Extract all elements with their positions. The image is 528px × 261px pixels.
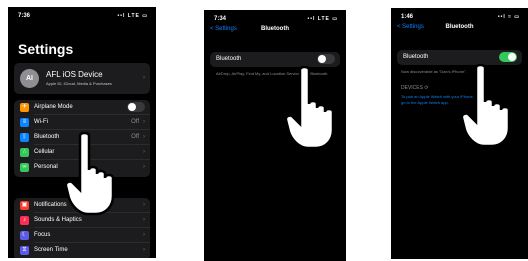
bluetooth-toggle[interactable] bbox=[499, 52, 517, 62]
status-time: 7:36 bbox=[18, 13, 31, 19]
chevron-right-icon: › bbox=[143, 149, 145, 155]
status-signal: ••l ≈ ▭ bbox=[497, 14, 520, 20]
cellular-icon: ∴ bbox=[20, 148, 29, 157]
account-subtitle: Apple ID, iCloud, Media & Purchases bbox=[46, 81, 112, 86]
status-bar: 7:34 ••l LTE ▭ bbox=[214, 16, 338, 26]
account-name: AFL iOS Device bbox=[46, 70, 103, 79]
chevron-right-icon: › bbox=[143, 202, 145, 208]
airplane-mode-toggle[interactable] bbox=[127, 102, 145, 112]
hotspot-icon: ∞ bbox=[20, 163, 29, 172]
bluetooth-off-screen: 7:34 ••l LTE ▭ < Settings Bluetooth Blue… bbox=[204, 10, 346, 261]
chevron-right-icon: › bbox=[143, 119, 145, 125]
status-time: 7:34 bbox=[214, 16, 227, 22]
bluetooth-toggle-row: Bluetooth bbox=[210, 52, 340, 67]
settings-row-label: Bluetooth bbox=[34, 134, 60, 140]
wifi-icon: ≡ bbox=[20, 118, 29, 127]
settings-row-screen-time[interactable]: ⧖ Screen Time › bbox=[14, 243, 150, 258]
avatar: AI bbox=[20, 69, 39, 88]
apple-id-row[interactable]: AI AFL iOS Device Apple ID, iCloud, Medi… bbox=[14, 63, 150, 94]
screen-time-icon: ⧖ bbox=[20, 246, 29, 255]
page-title: Settings bbox=[18, 41, 74, 57]
chevron-right-icon: › bbox=[143, 232, 145, 238]
pointing-hand-icon bbox=[460, 64, 511, 148]
settings-row-label: Wi-Fi bbox=[34, 119, 48, 125]
settings-row-wi-fi[interactable]: ≡ Wi-Fi Off › bbox=[14, 115, 150, 130]
chevron-right-icon: › bbox=[143, 247, 145, 253]
status-signal: ••l LTE ▭ bbox=[307, 16, 338, 22]
nav-title: Bluetooth bbox=[261, 26, 289, 32]
devices-header: DEVICES ⟳ bbox=[401, 85, 429, 91]
spinner-icon: ⟳ bbox=[424, 85, 429, 91]
chevron-right-icon: › bbox=[143, 217, 145, 223]
settings-row-airplane-mode[interactable]: ✈ Airplane Mode bbox=[14, 100, 150, 115]
bluetooth-icon: ᛒ bbox=[20, 133, 29, 142]
bluetooth-label: Bluetooth bbox=[403, 54, 429, 60]
status-bar: 7:36 ••l LTE ▭ bbox=[18, 13, 148, 23]
chevron-right-icon: › bbox=[143, 134, 145, 140]
chevron-right-icon: › bbox=[143, 164, 145, 170]
settings-row-focus[interactable]: ☾ Focus › bbox=[14, 228, 150, 243]
bluetooth-label: Bluetooth bbox=[216, 56, 242, 62]
nav-bar: < Settings Bluetooth bbox=[210, 26, 340, 40]
settings-row-value: Off bbox=[131, 134, 139, 140]
bluetooth-toggle[interactable] bbox=[317, 54, 335, 64]
pointing-hand-icon bbox=[284, 66, 335, 150]
settings-row-label: Personal bbox=[34, 164, 58, 170]
settings-row-label: Notifications bbox=[34, 202, 67, 208]
sound-icon: ♪ bbox=[20, 216, 29, 225]
status-bar: 1:46 ••l ≈ ▭ bbox=[401, 14, 520, 24]
nav-bar: < Settings Bluetooth bbox=[397, 24, 522, 38]
focus-icon: ☾ bbox=[20, 231, 29, 240]
settings-row-label: Screen Time bbox=[34, 247, 68, 253]
settings-screen: 7:36 ••l LTE ▭ Settings AI AFL iOS Devic… bbox=[8, 7, 156, 258]
bluetooth-on-screen: 1:46 ••l ≈ ▭ < Settings Bluetooth Blueto… bbox=[391, 8, 528, 259]
notifications-icon: ▣ bbox=[20, 201, 29, 210]
airplane-icon: ✈ bbox=[20, 103, 29, 112]
pointing-hand-icon bbox=[64, 132, 115, 216]
chevron-right-icon: › bbox=[143, 75, 145, 81]
status-time: 1:46 bbox=[401, 14, 414, 20]
settings-row-value: Off bbox=[131, 119, 139, 125]
bluetooth-toggle-row: Bluetooth bbox=[397, 50, 522, 65]
settings-row-label: Sounds & Haptics bbox=[34, 217, 82, 223]
status-signal: ••l LTE ▭ bbox=[117, 13, 148, 19]
settings-row-label: Focus bbox=[34, 232, 51, 238]
settings-row-label: Airplane Mode bbox=[34, 104, 73, 110]
nav-title: Bluetooth bbox=[445, 24, 474, 30]
settings-row-label: Cellular bbox=[34, 149, 55, 155]
